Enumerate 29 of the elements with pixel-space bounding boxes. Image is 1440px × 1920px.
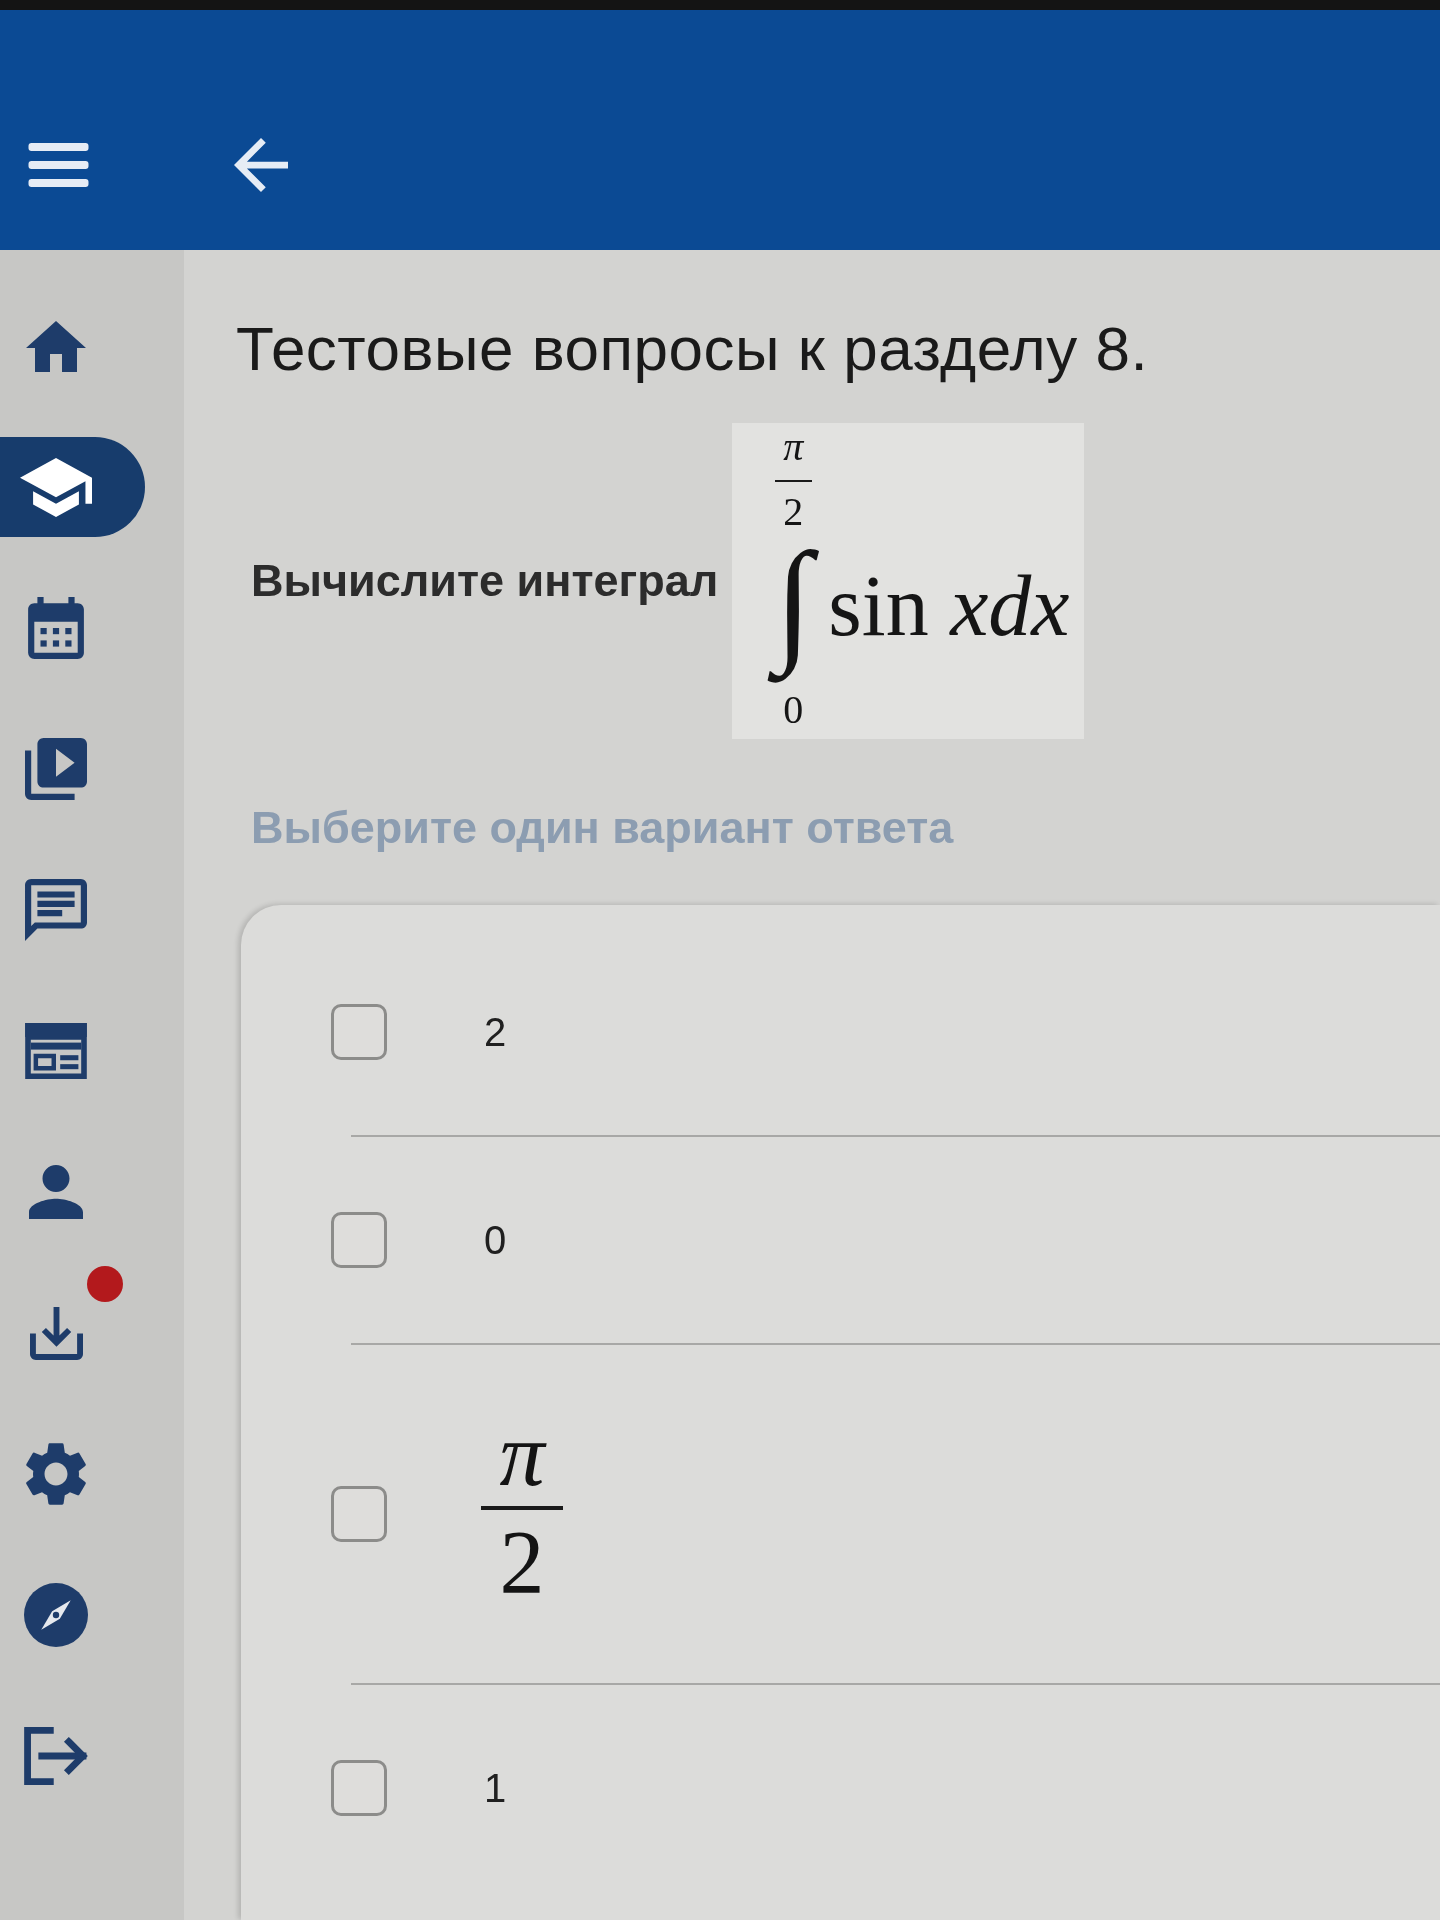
answer-fraction: π 2: [481, 1410, 563, 1609]
back-arrow-icon[interactable]: [234, 137, 288, 192]
video-library-icon[interactable]: [25, 738, 87, 800]
integral-sign: ∫: [764, 532, 822, 691]
calendar-icon[interactable]: [28, 597, 84, 659]
instruction-text: Выберите один вариант ответа: [251, 801, 954, 856]
nav-item[interactable]: [0, 437, 145, 537]
answer-checkbox[interactable]: [331, 1212, 387, 1269]
answer-checkbox[interactable]: [331, 1004, 387, 1061]
person-icon[interactable]: [29, 1165, 83, 1219]
answer-checkbox[interactable]: [331, 1760, 387, 1817]
answer-text: 0: [484, 1220, 507, 1261]
chat-icon[interactable]: [25, 879, 87, 941]
logout-icon[interactable]: [24, 1727, 88, 1785]
graduation-cap-icon: [20, 457, 92, 517]
answer-text: 2: [484, 1012, 507, 1053]
answer-text: 1: [484, 1768, 507, 1809]
lower-limit: 0: [783, 690, 804, 731]
compass-icon[interactable]: [24, 1583, 88, 1647]
newspaper-icon[interactable]: [25, 1023, 87, 1079]
settings-icon[interactable]: [26, 1442, 86, 1506]
page-title: Тестовые вопросы к разделу 8.: [236, 313, 1149, 385]
answer-checkbox[interactable]: [331, 1486, 387, 1543]
home-icon[interactable]: [26, 320, 86, 372]
integrand-text: sin xdx: [828, 563, 1070, 650]
upper-limit: π 2: [774, 427, 812, 533]
download-icon[interactable]: [29, 1306, 83, 1360]
menu-icon[interactable]: [28, 142, 89, 187]
question-text: Вычислите интеграл: [251, 554, 719, 609]
